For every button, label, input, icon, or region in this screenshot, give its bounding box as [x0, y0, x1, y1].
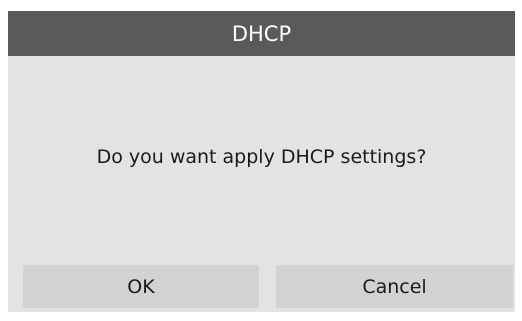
- dialog-message: Do you want apply DHCP settings?: [96, 146, 427, 168]
- dhcp-dialog: DHCP Do you want apply DHCP settings? OK…: [8, 11, 515, 312]
- dialog-title: DHCP: [8, 11, 515, 56]
- ok-button[interactable]: OK: [23, 265, 259, 308]
- cancel-button[interactable]: Cancel: [276, 265, 513, 308]
